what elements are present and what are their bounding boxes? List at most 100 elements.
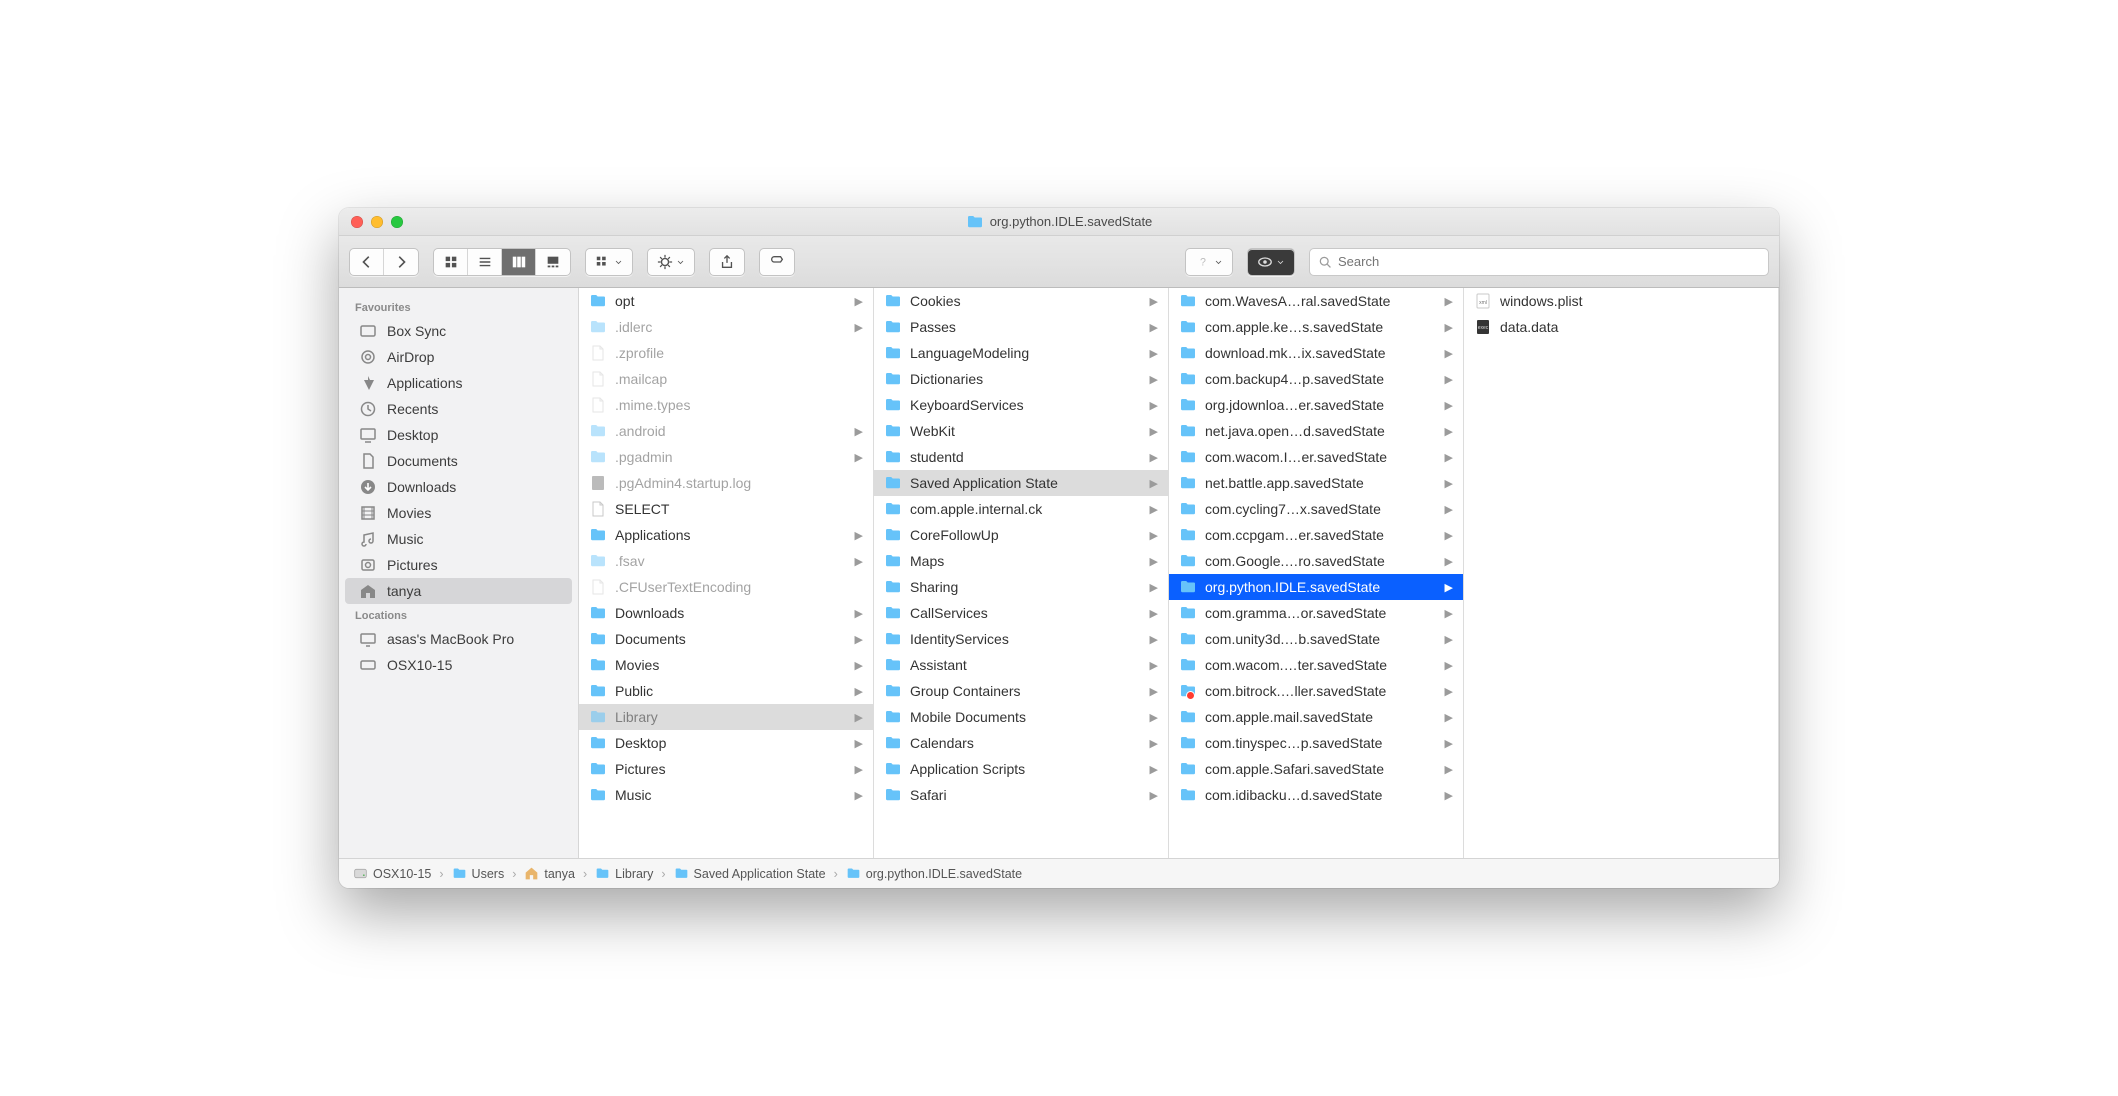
file-row[interactable]: CallServices▶ xyxy=(874,600,1168,626)
file-row[interactable]: Music▶ xyxy=(579,782,873,808)
sidebar-item[interactable]: Movies xyxy=(345,500,572,526)
file-row[interactable]: net.java.open…d.savedState▶ xyxy=(1169,418,1463,444)
file-row[interactable]: .CFUserTextEncoding xyxy=(579,574,873,600)
close-window-button[interactable] xyxy=(351,216,363,228)
file-row[interactable]: download.mk…ix.savedState▶ xyxy=(1169,340,1463,366)
file-row[interactable]: CoreFollowUp▶ xyxy=(874,522,1168,548)
path-segment[interactable]: tanya xyxy=(524,866,575,881)
sidebar-item[interactable]: Music xyxy=(345,526,572,552)
file-row[interactable]: SELECT xyxy=(579,496,873,522)
sidebar-item[interactable]: Desktop xyxy=(345,422,572,448)
file-row[interactable]: .idlerc▶ xyxy=(579,314,873,340)
file-row[interactable]: Saved Application State▶ xyxy=(874,470,1168,496)
file-row[interactable]: com.apple.Safari.savedState▶ xyxy=(1169,756,1463,782)
file-row[interactable]: Mobile Documents▶ xyxy=(874,704,1168,730)
file-row[interactable]: org.jdownloa…er.savedState▶ xyxy=(1169,392,1463,418)
sidebar-item[interactable]: Box Sync xyxy=(345,318,572,344)
file-row[interactable]: com.cycling7…x.savedState▶ xyxy=(1169,496,1463,522)
forward-button[interactable] xyxy=(384,249,418,275)
file-row[interactable]: Downloads▶ xyxy=(579,600,873,626)
file-row[interactable]: data.data xyxy=(1464,314,1778,340)
browser-column[interactable]: opt▶.idlerc▶.zprofile.mailcap.mime.types… xyxy=(579,288,874,858)
file-row[interactable]: Safari▶ xyxy=(874,782,1168,808)
file-row[interactable]: .mime.types xyxy=(579,392,873,418)
file-row[interactable]: com.wacom.I…er.savedState▶ xyxy=(1169,444,1463,470)
minimize-window-button[interactable] xyxy=(371,216,383,228)
path-segment[interactable]: Users xyxy=(452,866,505,881)
file-row[interactable]: Passes▶ xyxy=(874,314,1168,340)
file-row[interactable]: studentd▶ xyxy=(874,444,1168,470)
file-row[interactable]: Applications▶ xyxy=(579,522,873,548)
file-row[interactable]: KeyboardServices▶ xyxy=(874,392,1168,418)
file-row[interactable]: .android▶ xyxy=(579,418,873,444)
file-row[interactable]: windows.plist xyxy=(1464,288,1778,314)
icon-view-button[interactable] xyxy=(434,249,468,275)
column-view-button[interactable] xyxy=(502,249,536,275)
visibility-button[interactable] xyxy=(1248,249,1294,275)
share-button[interactable] xyxy=(710,249,744,275)
file-row[interactable]: .zprofile xyxy=(579,340,873,366)
path-segment[interactable]: org.python.IDLE.savedState xyxy=(846,866,1022,881)
file-row[interactable]: Desktop▶ xyxy=(579,730,873,756)
search-input[interactable] xyxy=(1338,254,1760,269)
file-row[interactable]: net.battle.app.savedState▶ xyxy=(1169,470,1463,496)
file-row[interactable]: opt▶ xyxy=(579,288,873,314)
dropbox-button[interactable]: ? xyxy=(1186,249,1232,275)
sidebar-item[interactable]: Recents xyxy=(345,396,572,422)
file-row[interactable]: Documents▶ xyxy=(579,626,873,652)
file-row[interactable]: Library▶ xyxy=(579,704,873,730)
action-button[interactable] xyxy=(648,249,694,275)
file-row[interactable]: com.backup4…p.savedState▶ xyxy=(1169,366,1463,392)
file-row[interactable]: com.ccpgam…er.savedState▶ xyxy=(1169,522,1463,548)
file-row[interactable]: Movies▶ xyxy=(579,652,873,678)
back-button[interactable] xyxy=(350,249,384,275)
file-row[interactable]: Maps▶ xyxy=(874,548,1168,574)
zoom-window-button[interactable] xyxy=(391,216,403,228)
file-row[interactable]: Public▶ xyxy=(579,678,873,704)
path-segment[interactable]: Saved Application State xyxy=(674,866,826,881)
path-segment[interactable]: Library xyxy=(595,866,653,881)
file-row[interactable]: com.gramma…or.savedState▶ xyxy=(1169,600,1463,626)
browser-column[interactable]: com.WavesA…ral.savedState▶com.apple.ke…s… xyxy=(1169,288,1464,858)
file-row[interactable]: LanguageModeling▶ xyxy=(874,340,1168,366)
browser-column[interactable]: windows.plistdata.data xyxy=(1464,288,1779,858)
file-row[interactable]: org.python.IDLE.savedState▶ xyxy=(1169,574,1463,600)
sidebar-item[interactable]: Pictures xyxy=(345,552,572,578)
file-row[interactable]: Assistant▶ xyxy=(874,652,1168,678)
sidebar-item[interactable]: Documents xyxy=(345,448,572,474)
file-row[interactable]: .pgAdmin4.startup.log xyxy=(579,470,873,496)
file-row[interactable]: com.tinyspec…p.savedState▶ xyxy=(1169,730,1463,756)
search-field[interactable] xyxy=(1309,248,1769,276)
file-row[interactable]: com.apple.mail.savedState▶ xyxy=(1169,704,1463,730)
file-row[interactable]: Sharing▶ xyxy=(874,574,1168,600)
path-segment[interactable]: OSX10-15 xyxy=(353,866,431,881)
file-row[interactable]: com.idibacku…d.savedState▶ xyxy=(1169,782,1463,808)
file-row[interactable]: Application Scripts▶ xyxy=(874,756,1168,782)
file-row[interactable]: IdentityServices▶ xyxy=(874,626,1168,652)
sidebar-item[interactable]: asas's MacBook Pro xyxy=(345,626,572,652)
tags-button[interactable] xyxy=(760,249,794,275)
file-row[interactable]: Cookies▶ xyxy=(874,288,1168,314)
file-row[interactable]: com.wacom.…ter.savedState▶ xyxy=(1169,652,1463,678)
file-row[interactable]: com.Google.…ro.savedState▶ xyxy=(1169,548,1463,574)
file-row[interactable]: .fsav▶ xyxy=(579,548,873,574)
gallery-view-button[interactable] xyxy=(536,249,570,275)
arrange-button[interactable] xyxy=(586,249,632,275)
file-row[interactable]: com.unity3d.…b.savedState▶ xyxy=(1169,626,1463,652)
file-row[interactable]: .pgadmin▶ xyxy=(579,444,873,470)
sidebar-item[interactable]: OSX10-15 xyxy=(345,652,572,678)
file-row[interactable]: WebKit▶ xyxy=(874,418,1168,444)
file-row[interactable]: com.WavesA…ral.savedState▶ xyxy=(1169,288,1463,314)
file-row[interactable]: Calendars▶ xyxy=(874,730,1168,756)
file-row[interactable]: Pictures▶ xyxy=(579,756,873,782)
browser-column[interactable]: Cookies▶Passes▶LanguageModeling▶Dictiona… xyxy=(874,288,1169,858)
sidebar-item[interactable]: Applications xyxy=(345,370,572,396)
sidebar-item[interactable]: Downloads xyxy=(345,474,572,500)
sidebar-item[interactable]: tanya xyxy=(345,578,572,604)
file-row[interactable]: com.bitrock.…ller.savedState▶ xyxy=(1169,678,1463,704)
file-row[interactable]: Group Containers▶ xyxy=(874,678,1168,704)
file-row[interactable]: Dictionaries▶ xyxy=(874,366,1168,392)
list-view-button[interactable] xyxy=(468,249,502,275)
sidebar-item[interactable]: AirDrop xyxy=(345,344,572,370)
file-row[interactable]: .mailcap xyxy=(579,366,873,392)
